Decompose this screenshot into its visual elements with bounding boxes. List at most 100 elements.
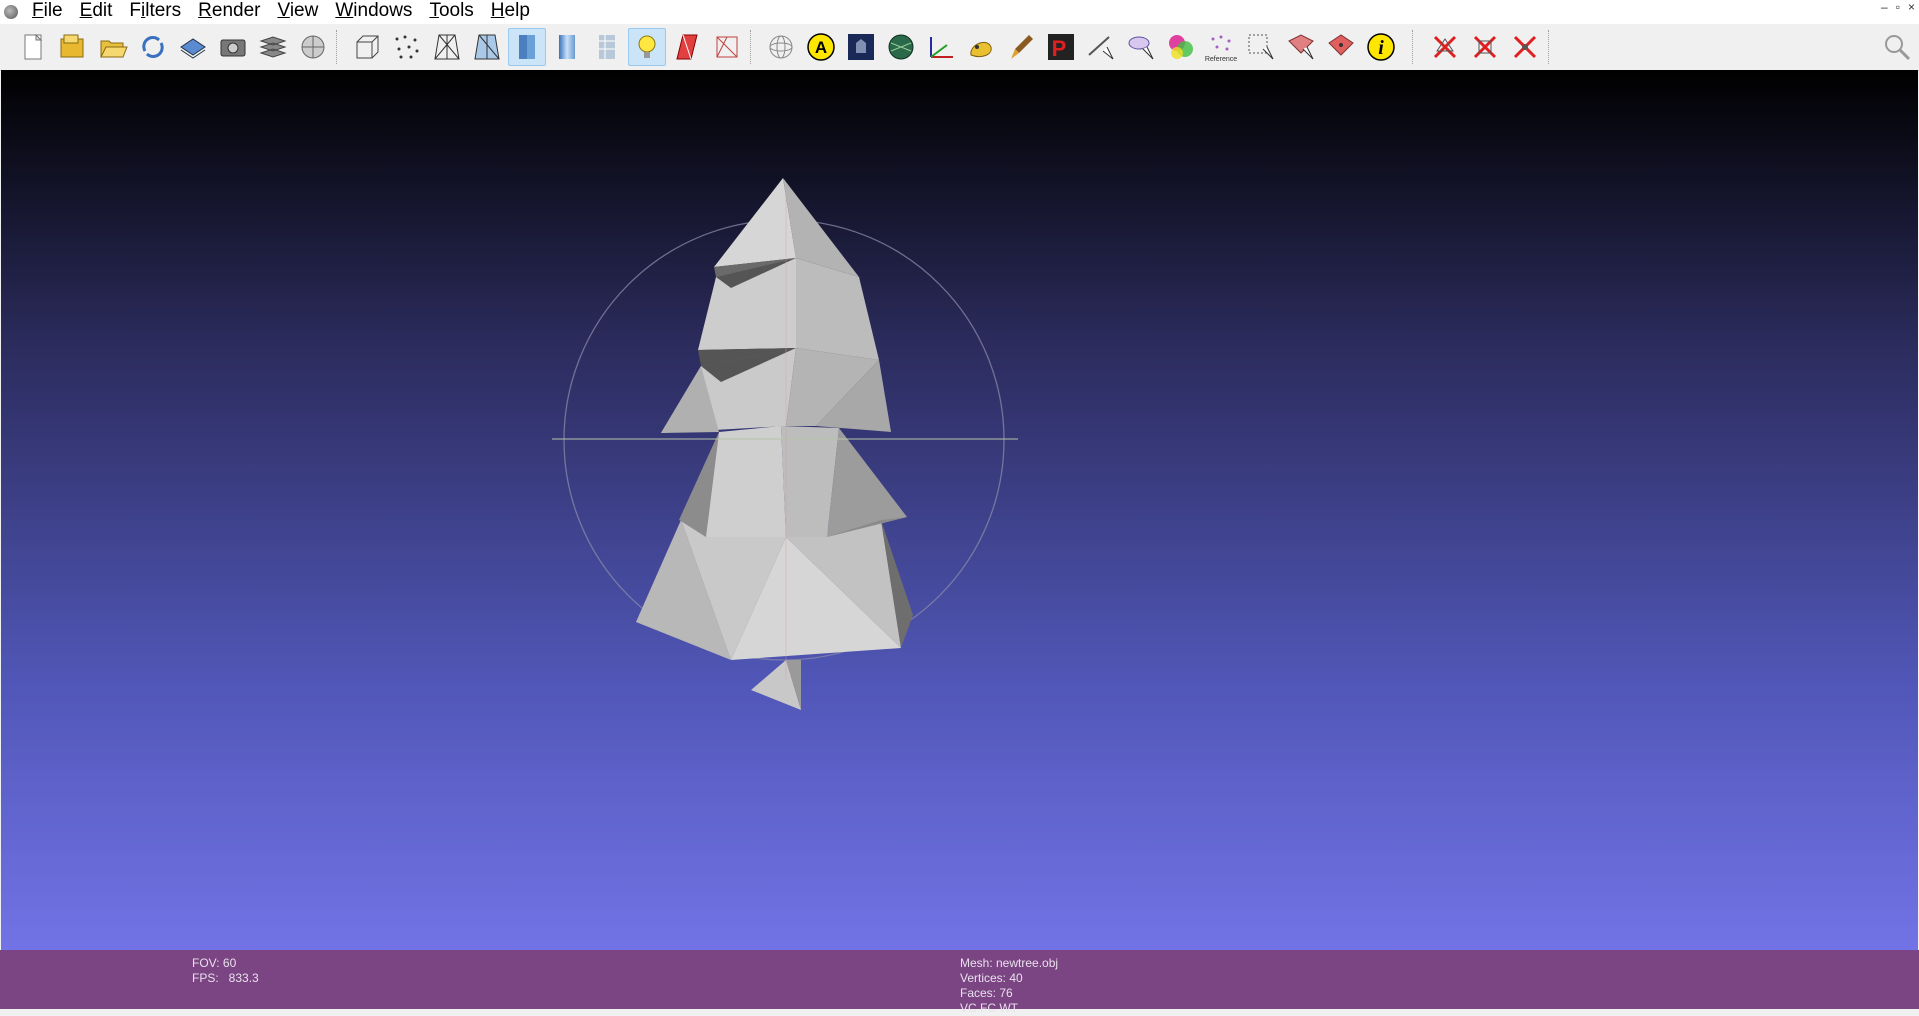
delete-vertices-icon <box>1513 35 1537 59</box>
pp-icon: P <box>1048 34 1074 61</box>
fov-label: FOV: 60 <box>192 956 237 970</box>
layers-button[interactable] <box>254 28 292 66</box>
smooth-shading-icon <box>559 35 575 59</box>
mesh-render <box>552 178 1018 710</box>
brush-button[interactable] <box>1002 28 1040 66</box>
info-button[interactable]: i <box>1362 28 1400 66</box>
toolbar-separator <box>1548 30 1551 64</box>
select-vertices-button[interactable] <box>1322 28 1360 66</box>
open-project-icon <box>60 34 84 58</box>
texture-map-button[interactable] <box>882 28 920 66</box>
axes-button[interactable] <box>922 28 960 66</box>
delete-faces-icon <box>1433 35 1457 59</box>
points-button[interactable] <box>388 28 426 66</box>
select-faces-button[interactable] <box>1282 28 1320 66</box>
info-icon: i <box>1367 33 1395 61</box>
menu-view[interactable]: View <box>269 0 327 24</box>
flat-shading-button[interactable] <box>508 28 546 66</box>
menu-edit[interactable]: Edit <box>72 0 122 24</box>
flat-shading-icon <box>519 35 535 59</box>
window-controls: – ▫ × <box>1881 0 1915 14</box>
menu-file[interactable]: File <box>24 0 72 24</box>
points-icon <box>395 35 419 59</box>
menu-windows[interactable]: Windows <box>327 0 421 24</box>
globe-settings-button[interactable] <box>294 28 332 66</box>
pp-button[interactable]: P <box>1042 28 1080 66</box>
align-button[interactable] <box>1122 28 1160 66</box>
toolbar-separator <box>750 30 753 64</box>
light-button[interactable] <box>628 28 666 66</box>
wireframe-icon <box>434 34 460 60</box>
annotation-button[interactable]: A <box>802 28 840 66</box>
menu-bar: File Edit Filters Render View Windows Tools Hel… <box>0 0 1919 24</box>
delete-selection-button[interactable] <box>1466 28 1504 66</box>
minimize-button[interactable]: – <box>1881 0 1888 14</box>
3d-viewport[interactable] <box>1 70 1918 951</box>
search-button[interactable] <box>1878 28 1916 66</box>
toolbar-separator <box>1412 30 1415 64</box>
hidden-lines-button[interactable] <box>468 28 506 66</box>
reference-icon: Reference <box>1205 35 1237 63</box>
menu-filters[interactable]: Filters <box>121 0 190 24</box>
color-button[interactable] <box>1162 28 1200 66</box>
menu-help[interactable]: Help <box>483 0 539 24</box>
wireframe-button[interactable] <box>428 28 466 66</box>
open-mesh-icon <box>100 40 128 58</box>
brush-icon <box>1011 35 1033 59</box>
restore-button[interactable]: ▫ <box>1896 0 1900 14</box>
app-icon <box>4 5 18 19</box>
layers-icon <box>259 36 287 58</box>
status-bar: FOV: 60 FPS: 833.3 Mesh: newtree.obj Ver… <box>0 950 1919 1015</box>
reload-button[interactable] <box>134 28 172 66</box>
texture-icon <box>599 35 615 59</box>
save-button[interactable] <box>174 28 212 66</box>
backface-button[interactable] <box>668 28 706 66</box>
mesh-name-label: Mesh: newtree.obj <box>960 956 1059 970</box>
hidden-lines-icon <box>474 34 500 60</box>
faces-label: Faces: 76 <box>960 986 1013 1000</box>
save-icon <box>180 38 206 59</box>
select-button[interactable] <box>1242 28 1280 66</box>
svg-text:i: i <box>1378 37 1384 59</box>
search-icon <box>1885 35 1911 61</box>
scene-icon <box>848 34 874 60</box>
align-icon <box>1128 36 1154 60</box>
globe-settings-icon <box>301 35 325 59</box>
menu-tools[interactable]: Tools <box>421 0 482 24</box>
vertices-label: Vertices: 40 <box>960 971 1023 985</box>
select-vertices-icon <box>1328 34 1354 56</box>
trackball-icon <box>769 35 793 59</box>
new-project-icon <box>24 33 43 60</box>
texture-button[interactable] <box>588 28 626 66</box>
new-project-button[interactable] <box>14 28 52 66</box>
mesh-info: Mesh: newtree.obj Vertices: 40 Faces: 76… <box>960 956 1058 1016</box>
reference-button[interactable]: Reference <box>1202 28 1240 66</box>
selected-faces-button[interactable] <box>708 28 746 66</box>
toolbar: A P Reference i <box>0 24 1919 71</box>
paint-button[interactable] <box>962 28 1000 66</box>
snapshot-icon <box>220 39 246 57</box>
delete-vertices-button[interactable] <box>1506 28 1544 66</box>
fps-label: FPS: 833.3 <box>192 971 259 985</box>
color-icon <box>1169 35 1193 59</box>
delete-faces-button[interactable] <box>1426 28 1464 66</box>
select-faces-icon <box>1288 34 1314 60</box>
bounding-box-button[interactable] <box>348 28 386 66</box>
svg-text:Reference: Reference <box>1205 56 1237 63</box>
open-project-button[interactable] <box>54 28 92 66</box>
smooth-shading-button[interactable] <box>548 28 586 66</box>
measure-button[interactable] <box>1082 28 1120 66</box>
select-icon <box>1248 34 1274 60</box>
trackball-button[interactable] <box>762 28 800 66</box>
close-button[interactable]: × <box>1908 0 1915 14</box>
open-mesh-button[interactable] <box>94 28 132 66</box>
light-icon <box>638 35 656 58</box>
menu-render[interactable]: Render <box>190 0 269 24</box>
scene-button[interactable] <box>842 28 880 66</box>
texture-map-icon <box>888 34 914 60</box>
render-info: FOV: 60 FPS: 833.3 <box>192 956 259 986</box>
paint-icon <box>970 42 992 58</box>
axes-icon <box>930 37 953 58</box>
snapshot-button[interactable] <box>214 28 252 66</box>
menu-items: File Edit Filters Render View Windows Tools Hel… <box>24 0 539 24</box>
